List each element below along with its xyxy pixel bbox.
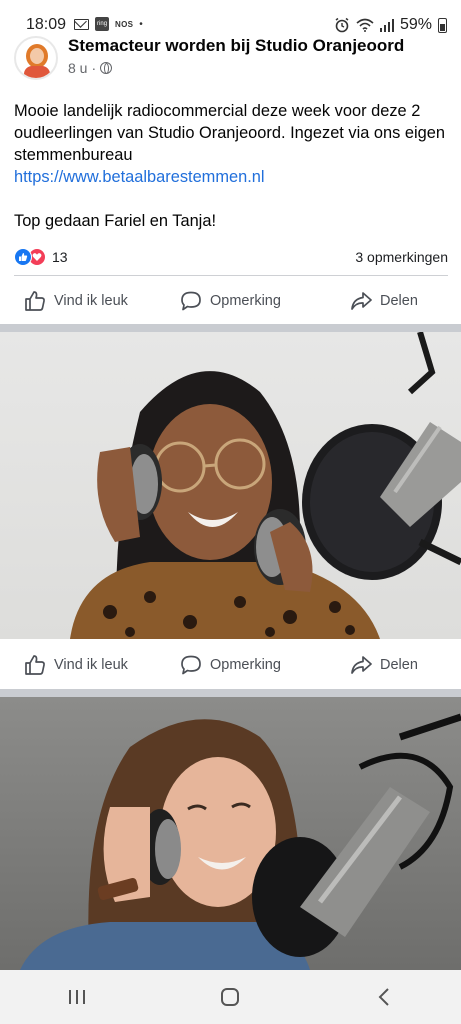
post-action-bar: Vind ik leuk Opmerking Delen: [0, 276, 461, 324]
feed-separator: [0, 324, 461, 332]
home-icon: [221, 988, 240, 1006]
back-button[interactable]: [364, 977, 404, 1017]
photo-fariel-with-microphone: [70, 332, 461, 639]
more-notifications-dot: •: [139, 18, 143, 30]
speech-bubble-icon: [181, 291, 201, 311]
wifi-icon: [356, 18, 374, 32]
comment-count[interactable]: 3 opmerkingen: [355, 249, 448, 265]
time-separator: ·: [91, 60, 97, 76]
like-button[interactable]: Vind ik leuk: [24, 654, 128, 676]
recent-apps-button[interactable]: [57, 977, 97, 1017]
post-header: Stemacteur worden bij Studio Oranjeoord …: [14, 36, 454, 82]
post-text: Mooie landelijk radiocommercial deze wee…: [14, 102, 446, 164]
comment-label: Opmerking: [210, 293, 281, 309]
like-label: Vind ik leuk: [54, 293, 128, 309]
comment-label: Opmerking: [210, 657, 281, 673]
reaction-count: 13: [52, 249, 68, 265]
comment-button[interactable]: Opmerking: [180, 290, 281, 312]
post-author[interactable]: Stemacteur worden bij Studio Oranjeoord: [68, 36, 404, 55]
thumbs-up-icon: [25, 291, 45, 311]
globe-icon: [100, 62, 113, 74]
home-button[interactable]: [210, 977, 250, 1017]
recent-apps-icon: [68, 990, 85, 1004]
post-time-row: 8 u ·: [68, 60, 404, 76]
alarm-icon: [335, 17, 349, 33]
reaction-summary[interactable]: 13 3 opmerkingen: [14, 246, 448, 268]
like-reaction-icon: [14, 248, 32, 266]
status-time: 18:09: [26, 16, 67, 33]
post-body: Mooie landelijk radiocommercial deze wee…: [14, 100, 454, 232]
post-timestamp[interactable]: 8 u: [68, 60, 87, 76]
battery-icon: [438, 18, 447, 33]
post-photo[interactable]: [0, 332, 461, 639]
photo-action-bar: Vind ik leuk Opmerking Delen: [0, 640, 461, 688]
avatar-body: [24, 66, 50, 78]
system-navigation-bar: [0, 970, 461, 1024]
thumbs-up-icon: [25, 655, 45, 675]
battery-percentage: 59%: [399, 16, 432, 33]
like-label: Vind ik leuk: [54, 657, 128, 673]
share-label: Delen: [380, 657, 418, 673]
post-sign-off: Top gedaan Fariel en Tanja!: [14, 212, 216, 230]
ring-app-icon: ring: [95, 17, 110, 31]
share-arrow-icon: [351, 656, 372, 674]
signal-icon: [379, 19, 394, 32]
photo-tanja-with-microphone: [20, 713, 461, 970]
like-button[interactable]: Vind ik leuk: [24, 290, 128, 312]
share-arrow-icon: [351, 292, 372, 310]
back-icon: [378, 988, 389, 1006]
notification-icons: ring NOS •: [74, 17, 143, 31]
share-label: Delen: [380, 293, 418, 309]
post-photo[interactable]: [0, 697, 461, 970]
system-icons: 59%: [334, 16, 447, 34]
share-button[interactable]: Delen: [350, 290, 418, 312]
share-button[interactable]: Delen: [350, 654, 418, 676]
feed-separator: [0, 689, 461, 697]
page-avatar[interactable]: [14, 36, 58, 80]
comment-button[interactable]: Opmerking: [180, 654, 281, 676]
post-link[interactable]: https://www.betaalbarestemmen.nl: [14, 166, 454, 188]
mail-icon: [74, 18, 90, 30]
post-meta: Stemacteur worden bij Studio Oranjeoord …: [68, 36, 404, 82]
avatar-face: [30, 48, 44, 64]
speech-bubble-icon: [181, 655, 201, 675]
nos-app-icon: NOS: [115, 19, 134, 29]
